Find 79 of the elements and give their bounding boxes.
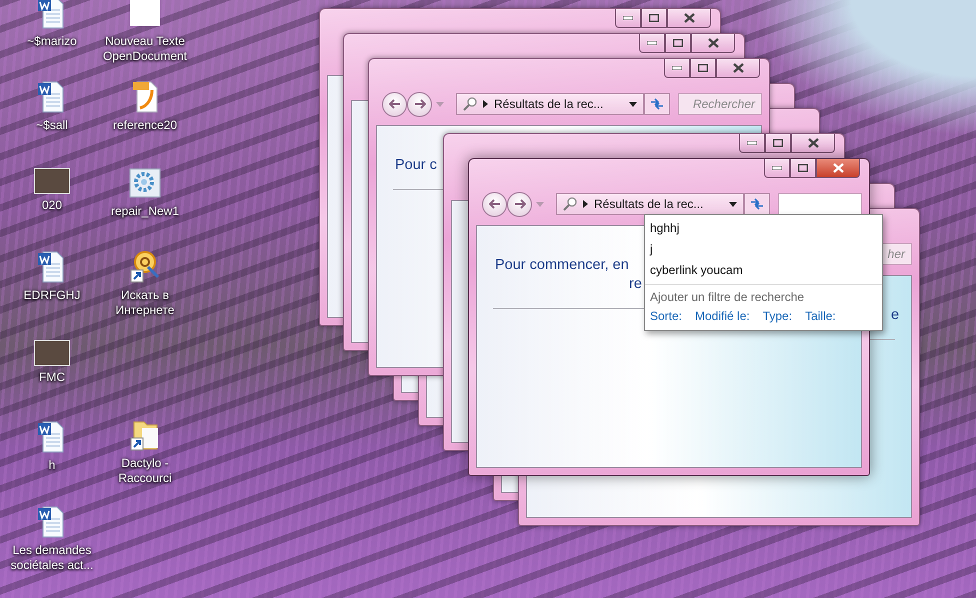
filter-link[interactable]: Taille: bbox=[805, 309, 836, 323]
maximize-icon bbox=[798, 164, 808, 172]
minimize-icon bbox=[672, 66, 682, 70]
minimize-button[interactable] bbox=[764, 159, 790, 178]
close-icon bbox=[832, 163, 844, 173]
back-button[interactable] bbox=[482, 192, 507, 216]
forward-button[interactable] bbox=[507, 192, 532, 216]
forward-arrow-icon bbox=[514, 199, 526, 209]
maximize-button[interactable] bbox=[765, 134, 791, 153]
minimize-button[interactable] bbox=[664, 59, 690, 78]
maximize-icon bbox=[698, 64, 708, 72]
desktop-icon-label[interactable]: reference20 bbox=[112, 118, 178, 133]
close-button[interactable] bbox=[667, 9, 711, 28]
maximize-button[interactable] bbox=[665, 34, 691, 53]
close-icon bbox=[808, 138, 818, 148]
photo-placeholder[interactable] bbox=[34, 340, 70, 366]
desktop-icon-label[interactable]: h bbox=[48, 458, 56, 473]
back-button[interactable] bbox=[382, 92, 407, 116]
close-button[interactable] bbox=[716, 59, 760, 78]
desktop-icon-label[interactable]: Les demandes sociétales act... bbox=[8, 543, 96, 573]
maximize-icon bbox=[673, 39, 683, 47]
globe-search-shortcut-icon[interactable] bbox=[128, 250, 162, 284]
refresh-button[interactable] bbox=[744, 193, 770, 215]
maximize-button[interactable] bbox=[690, 59, 716, 78]
photo-placeholder[interactable] bbox=[34, 168, 70, 194]
desktop-icon-label[interactable]: ~$marizo bbox=[27, 34, 77, 49]
refresh-icon bbox=[650, 98, 664, 110]
maximize-button[interactable] bbox=[790, 159, 816, 178]
breadcrumb-arrow-icon[interactable] bbox=[583, 200, 588, 208]
address-text: Résultats de la rec... bbox=[494, 97, 604, 111]
filter-link[interactable]: Type: bbox=[762, 309, 792, 323]
minimize-button[interactable] bbox=[639, 34, 665, 53]
content-text: re bbox=[629, 276, 642, 292]
maximize-icon bbox=[649, 14, 659, 22]
close-button[interactable] bbox=[791, 134, 835, 153]
desktop-icon-label[interactable]: 020 bbox=[42, 198, 62, 213]
close-button[interactable] bbox=[691, 34, 735, 53]
search-icon bbox=[463, 97, 477, 111]
maximize-button[interactable] bbox=[641, 9, 667, 28]
desktop-icon-label[interactable]: Nouveau Texte OpenDocument bbox=[101, 34, 189, 64]
forward-button[interactable] bbox=[407, 92, 432, 116]
content-text: e bbox=[891, 307, 900, 323]
suggestion-item[interactable]: cyberlink youcam bbox=[645, 260, 882, 281]
desktop-icon-label[interactable]: FMC bbox=[39, 370, 65, 385]
close-icon bbox=[732, 63, 744, 73]
minimize-icon bbox=[772, 166, 782, 170]
desktop-icon-label[interactable]: Искать в Интернете bbox=[101, 288, 189, 318]
minimize-button[interactable] bbox=[739, 134, 765, 153]
address-bar[interactable]: Résultats de la rec... bbox=[556, 193, 744, 215]
gear-icon[interactable] bbox=[128, 166, 162, 200]
desktop-icon-label[interactable]: EDRFGHJ bbox=[24, 288, 80, 303]
close-button[interactable] bbox=[816, 159, 860, 178]
close-icon bbox=[684, 13, 694, 23]
minimize-button[interactable] bbox=[615, 9, 641, 28]
forward-arrow-icon bbox=[414, 99, 426, 109]
address-text: Résultats de la rec... bbox=[594, 197, 704, 211]
address-bar[interactable]: Résultats de la rec... bbox=[456, 93, 644, 115]
filter-link[interactable]: Sorte: bbox=[650, 309, 682, 323]
maximize-icon bbox=[773, 139, 783, 147]
minimize-icon bbox=[623, 16, 633, 20]
desktop-icon-label[interactable]: Dactylo - Raccourci bbox=[101, 456, 189, 486]
minimize-icon bbox=[647, 41, 657, 45]
filter-hint: Ajouter un filtre de recherche bbox=[645, 284, 882, 306]
desktop-icon-label[interactable]: ~$sall bbox=[36, 118, 68, 133]
suggestion-item[interactable]: hghhj bbox=[645, 218, 882, 239]
search-icon bbox=[563, 197, 577, 211]
search-field[interactable] bbox=[778, 193, 862, 215]
back-arrow-icon bbox=[388, 99, 400, 109]
refresh-icon bbox=[750, 198, 764, 210]
refresh-button[interactable] bbox=[644, 93, 670, 115]
back-arrow-icon bbox=[488, 199, 500, 209]
filter-link[interactable]: Modifié le: bbox=[695, 309, 750, 323]
minimize-icon bbox=[747, 141, 757, 145]
close-icon bbox=[708, 38, 718, 48]
suggestion-item[interactable]: j bbox=[645, 239, 882, 260]
desktop-icon-label[interactable]: repair_New1 bbox=[110, 204, 180, 219]
content-text: Pour c bbox=[395, 157, 437, 173]
breadcrumb-arrow-icon[interactable] bbox=[483, 100, 488, 108]
content-text: Pour commencer, en bbox=[495, 257, 629, 273]
